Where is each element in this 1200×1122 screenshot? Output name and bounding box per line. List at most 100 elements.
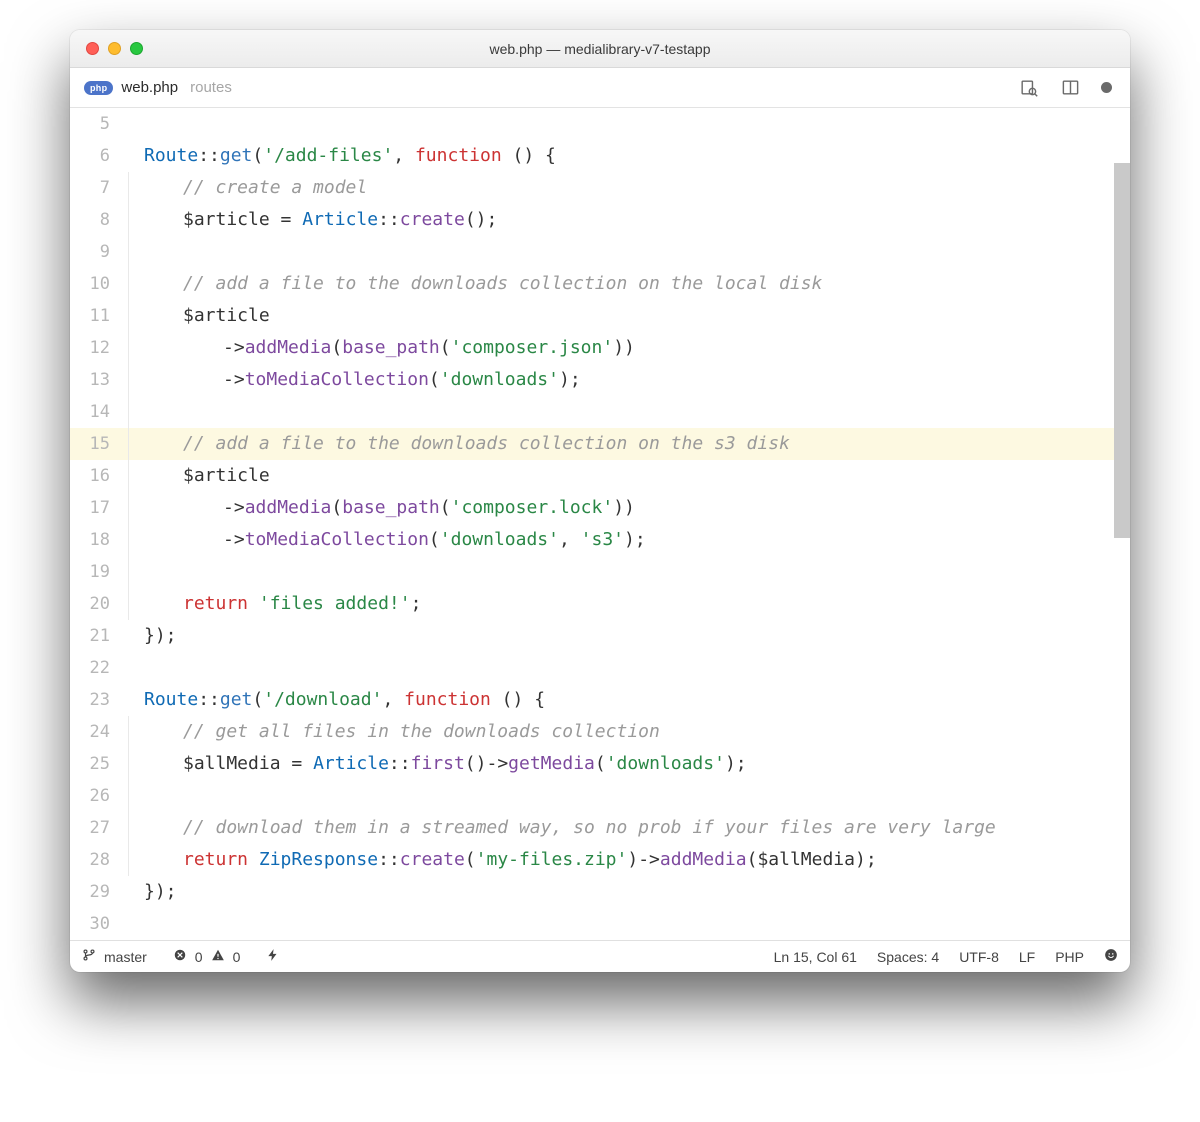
code-content[interactable]: ->toMediaCollection('downloads'); — [129, 364, 581, 396]
code-content[interactable] — [128, 908, 144, 940]
code-content[interactable]: return 'files added!'; — [129, 588, 421, 620]
code-line[interactable]: 19 — [70, 556, 1130, 588]
code-content[interactable] — [128, 652, 144, 684]
code-content[interactable]: return ZipResponse::create('my-files.zip… — [129, 844, 877, 876]
line-number[interactable]: 15 — [70, 428, 128, 460]
errors-count[interactable]: 0 — [195, 949, 203, 965]
tab-filename[interactable]: web.php — [121, 79, 178, 96]
code-content[interactable] — [129, 556, 183, 588]
line-number[interactable]: 25 — [70, 748, 128, 780]
code-content[interactable]: // get all files in the downloads collec… — [129, 716, 660, 748]
code-line[interactable]: 12->addMedia(base_path('composer.json')) — [70, 332, 1130, 364]
code-line[interactable]: 18->toMediaCollection('downloads', 's3')… — [70, 524, 1130, 556]
code-content[interactable]: // add a file to the downloads collectio… — [129, 428, 790, 460]
code-line[interactable]: 21}); — [70, 620, 1130, 652]
errors-icon[interactable] — [173, 948, 187, 965]
line-number[interactable]: 11 — [70, 300, 128, 332]
cursor-position[interactable]: Ln 15, Col 61 — [768, 949, 863, 965]
code-line[interactable]: 24// get all files in the downloads coll… — [70, 716, 1130, 748]
git-branch-name[interactable]: master — [104, 949, 147, 965]
feedback-smile-icon[interactable] — [1104, 948, 1118, 965]
line-number[interactable]: 16 — [70, 460, 128, 492]
line-number[interactable]: 22 — [70, 652, 128, 684]
line-number[interactable]: 28 — [70, 844, 128, 876]
line-number[interactable]: 10 — [70, 268, 128, 300]
language-mode[interactable]: PHP — [1049, 949, 1090, 965]
code-line[interactable]: 8$article = Article::create(); — [70, 204, 1130, 236]
preview-search-icon[interactable] — [1017, 78, 1039, 97]
line-number[interactable]: 20 — [70, 588, 128, 620]
code-content[interactable]: ->addMedia(base_path('composer.lock')) — [129, 492, 635, 524]
quick-action-icon[interactable] — [266, 948, 280, 965]
code-line[interactable]: 6Route::get('/add-files', function () { — [70, 140, 1130, 172]
encoding[interactable]: UTF-8 — [953, 949, 1005, 965]
line-number[interactable]: 5 — [70, 108, 128, 140]
code-line[interactable]: 11$article — [70, 300, 1130, 332]
line-number[interactable]: 30 — [70, 908, 128, 940]
indentation[interactable]: Spaces: 4 — [871, 949, 945, 965]
code-content[interactable]: // create a model — [129, 172, 367, 204]
titlebar[interactable]: web.php — medialibrary-v7-testapp — [70, 30, 1130, 68]
warnings-icon[interactable] — [211, 948, 225, 965]
overview-ruler[interactable] — [1114, 108, 1130, 940]
line-number[interactable]: 14 — [70, 396, 128, 428]
code-line[interactable]: 5 — [70, 108, 1130, 140]
code-line[interactable]: 23Route::get('/download', function () { — [70, 684, 1130, 716]
code-line[interactable]: 29}); — [70, 876, 1130, 908]
close-window-button[interactable] — [86, 42, 99, 55]
line-number[interactable]: 7 — [70, 172, 128, 204]
line-number[interactable]: 23 — [70, 684, 128, 716]
code-content[interactable]: // add a file to the downloads collectio… — [129, 268, 822, 300]
code-content[interactable]: ->addMedia(base_path('composer.json')) — [129, 332, 635, 364]
code-line[interactable]: 26 — [70, 780, 1130, 812]
minimize-window-button[interactable] — [108, 42, 121, 55]
line-number[interactable]: 6 — [70, 140, 128, 172]
code-content[interactable]: $allMedia = Article::first()->getMedia('… — [129, 748, 747, 780]
code-editor[interactable]: 56Route::get('/add-files', function () {… — [70, 108, 1130, 940]
line-number[interactable]: 19 — [70, 556, 128, 588]
code-line[interactable]: 9 — [70, 236, 1130, 268]
line-number[interactable]: 8 — [70, 204, 128, 236]
code-content[interactable] — [129, 236, 183, 268]
line-number[interactable]: 24 — [70, 716, 128, 748]
code-line[interactable]: 28return ZipResponse::create('my-files.z… — [70, 844, 1130, 876]
line-number[interactable]: 18 — [70, 524, 128, 556]
line-number[interactable]: 26 — [70, 780, 128, 812]
code-line[interactable]: 14 — [70, 396, 1130, 428]
git-branch-icon[interactable] — [82, 948, 96, 965]
code-line[interactable]: 17->addMedia(base_path('composer.lock')) — [70, 492, 1130, 524]
warnings-count[interactable]: 0 — [233, 949, 241, 965]
code-line[interactable]: 10// add a file to the downloads collect… — [70, 268, 1130, 300]
code-content[interactable]: Route::get('/add-files', function () { — [128, 140, 556, 172]
code-line[interactable]: 22 — [70, 652, 1130, 684]
code-line[interactable]: 13->toMediaCollection('downloads'); — [70, 364, 1130, 396]
line-number[interactable]: 29 — [70, 876, 128, 908]
eol[interactable]: LF — [1013, 949, 1041, 965]
code-content[interactable] — [129, 396, 183, 428]
code-content[interactable]: }); — [128, 620, 177, 652]
zoom-window-button[interactable] — [130, 42, 143, 55]
code-content[interactable]: $article = Article::create(); — [129, 204, 497, 236]
code-content[interactable] — [129, 780, 183, 812]
code-content[interactable]: // download them in a streamed way, so n… — [129, 812, 996, 844]
line-number[interactable]: 27 — [70, 812, 128, 844]
line-number[interactable]: 13 — [70, 364, 128, 396]
code-content[interactable] — [128, 108, 144, 140]
code-content[interactable]: $article — [129, 460, 270, 492]
code-line[interactable]: 16$article — [70, 460, 1130, 492]
line-number[interactable]: 21 — [70, 620, 128, 652]
line-number[interactable]: 12 — [70, 332, 128, 364]
code-line[interactable]: 25$allMedia = Article::first()->getMedia… — [70, 748, 1130, 780]
code-line[interactable]: 27// download them in a streamed way, so… — [70, 812, 1130, 844]
code-line[interactable]: 30 — [70, 908, 1130, 940]
code-content[interactable]: ->toMediaCollection('downloads', 's3'); — [129, 524, 646, 556]
line-number[interactable]: 9 — [70, 236, 128, 268]
line-number[interactable]: 17 — [70, 492, 128, 524]
code-content[interactable]: Route::get('/download', function () { — [128, 684, 545, 716]
code-content[interactable]: }); — [128, 876, 177, 908]
split-editor-icon[interactable] — [1059, 78, 1081, 97]
code-line[interactable]: 20return 'files added!'; — [70, 588, 1130, 620]
code-line[interactable]: 15// add a file to the downloads collect… — [70, 428, 1130, 460]
code-line[interactable]: 7// create a model — [70, 172, 1130, 204]
code-content[interactable]: $article — [129, 300, 270, 332]
